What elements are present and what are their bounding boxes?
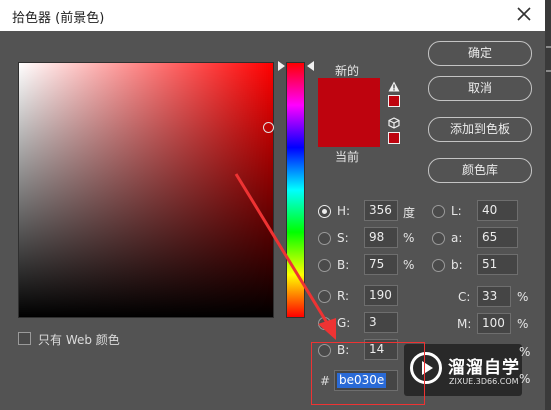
hue-radio[interactable]: [318, 205, 331, 218]
gamut-warning-swatch[interactable]: [388, 95, 400, 107]
lab-l-label: L:: [451, 204, 462, 218]
background-window-edge: [545, 0, 551, 410]
lab-b-label: b:: [451, 258, 463, 272]
watermark-url: ZIXUE.3D66.COM: [449, 377, 519, 386]
black-unit: %: [519, 372, 531, 386]
saturation-brightness-field[interactable]: [18, 62, 274, 318]
hue-slider-left-arrow[interactable]: [278, 61, 285, 71]
current-color-swatch[interactable]: [318, 113, 380, 147]
warning-triangle-icon[interactable]: [388, 81, 400, 92]
watermark-title: 溜溜自学: [448, 358, 520, 378]
add-to-swatches-button[interactable]: 添加到色板: [428, 117, 532, 142]
red-label: R:: [337, 289, 350, 303]
cyan-label: C:: [458, 290, 471, 304]
ok-button[interactable]: 确定: [428, 41, 532, 66]
cube-icon[interactable]: [388, 117, 400, 129]
color-picker-ring[interactable]: [263, 122, 274, 133]
lab-l-radio[interactable]: [432, 205, 445, 218]
cyan-unit: %: [517, 290, 529, 304]
magenta-input[interactable]: 100: [477, 313, 511, 334]
green-label: G:: [337, 316, 351, 330]
hue-slider-right-arrow[interactable]: [307, 61, 314, 71]
brightness-input[interactable]: 75: [364, 254, 398, 275]
lab-a-radio[interactable]: [432, 232, 445, 245]
saturation-unit: %: [403, 231, 415, 245]
magenta-unit: %: [517, 317, 529, 331]
lab-a-label: a:: [451, 231, 463, 245]
close-icon[interactable]: [515, 5, 533, 23]
saturation-input[interactable]: 98: [364, 227, 398, 248]
cyan-input[interactable]: 33: [477, 286, 511, 307]
red-radio[interactable]: [318, 290, 331, 303]
dialog-title: 拾色器 (前景色): [12, 11, 105, 26]
cancel-button[interactable]: 取消: [428, 76, 532, 101]
hue-slider[interactable]: [286, 62, 305, 318]
lab-l-input[interactable]: 40: [477, 200, 518, 221]
green-input[interactable]: 3: [364, 312, 398, 333]
lab-b-input[interactable]: 51: [477, 254, 518, 275]
brightness-radio[interactable]: [318, 259, 331, 272]
web-safe-swatch[interactable]: [388, 132, 400, 144]
magenta-label: M:: [457, 317, 472, 331]
red-input[interactable]: 190: [364, 285, 398, 306]
yellow-unit: %: [519, 345, 531, 359]
saturation-radio[interactable]: [318, 232, 331, 245]
new-color-label: 新的: [335, 64, 360, 78]
annotation-highlight-box: [311, 342, 425, 405]
title-bar: 拾色器 (前景色): [0, 0, 545, 31]
new-color-swatch: [318, 78, 380, 113]
web-colors-only-checkbox[interactable]: [18, 332, 31, 345]
saturation-label: S:: [337, 231, 349, 245]
hue-input[interactable]: 356: [364, 200, 398, 221]
color-picker-dialog: 拾色器 (前景色) 新的 当前 确定 取消 添加到色板 颜色库 H: 356 度…: [0, 0, 545, 410]
web-colors-only-label: 只有 Web 颜色: [38, 333, 120, 347]
lab-a-input[interactable]: 65: [477, 227, 518, 248]
brightness-unit: %: [403, 258, 415, 272]
color-libraries-button[interactable]: 颜色库: [428, 158, 532, 183]
current-color-label: 当前: [335, 150, 360, 164]
lab-b-radio[interactable]: [432, 259, 445, 272]
brightness-label: B:: [337, 258, 350, 272]
hue-unit: 度: [403, 206, 416, 220]
green-radio[interactable]: [318, 317, 331, 330]
hue-label: H:: [337, 204, 351, 218]
